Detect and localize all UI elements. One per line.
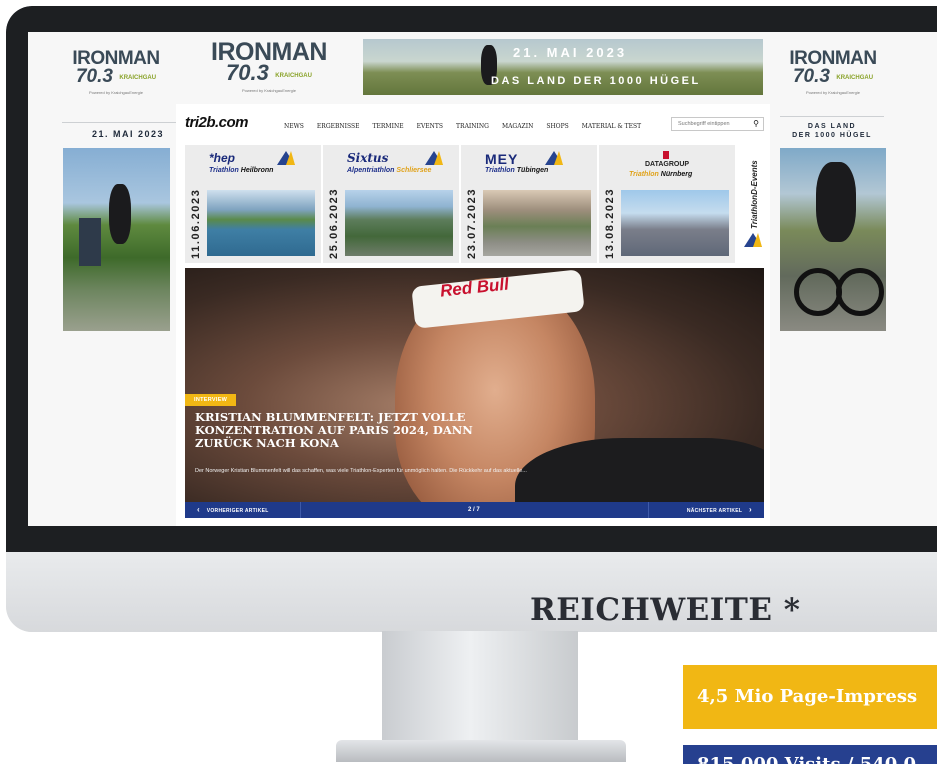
ironman-703: 70.3 <box>792 66 830 87</box>
ironman-logo-left: IRONMAN 70.3 KRAICHGAU Powered by Kraich… <box>68 49 164 95</box>
nav-item-magazin[interactable]: MAGAZIN <box>502 123 533 130</box>
powered-by: Powered by KraichgauEnergie <box>241 88 297 93</box>
ironman-logo-top[interactable]: IRONMAN 70.3 KRAICHGAU Powered by Kraich… <box>204 38 334 94</box>
triangle-logo-icon <box>545 151 563 165</box>
left-ad-runner-photo[interactable] <box>63 148 170 331</box>
event-title: Triathlon Heilbronn <box>209 167 274 174</box>
events-brand-tag[interactable]: TriathlonD-Events <box>742 149 764 259</box>
triangle-logo-icon <box>744 233 762 247</box>
event-date: 13.08.2023 <box>604 187 616 259</box>
event-title: Triathlon Tübingen <box>485 167 549 174</box>
event-title: Triathlon Nürnberg <box>629 171 693 178</box>
next-article-button[interactable]: NÄCHSTER ARTIKEL › <box>648 502 764 518</box>
nav-item-training[interactable]: TRAINING <box>456 123 489 130</box>
event-brand: Sixtus <box>347 151 389 165</box>
website-screenshot: IRONMAN 70.3 KRAICHGAU Powered by Kraich… <box>28 32 937 526</box>
event-banner-strip: 11.06.2023 *hep Triathlon Heilbronn 25.0… <box>185 145 764 263</box>
powered-by: Powered by KraichgauEnergie <box>88 90 144 95</box>
sign-board <box>79 218 101 266</box>
monitor-stand-base <box>336 740 626 762</box>
main-nav: NEWS ERGEBNISSE TERMINE EVENTS TRAINING … <box>284 123 654 130</box>
bike-wheel-back <box>836 268 884 316</box>
nav-item-events[interactable]: EVENTS <box>417 123 443 130</box>
datagroup-icon <box>663 151 669 159</box>
ironman-sub: KRAICHGAU <box>119 74 157 81</box>
left-ad-date: 21. MAI 2023 <box>62 122 194 139</box>
site-logo[interactable]: tri2b.com <box>185 114 249 131</box>
event-card-schliersee[interactable]: 25.06.2023 Sixtus Alpentriathlon Schlier… <box>323 145 459 263</box>
monitor-stand-neck <box>382 631 578 743</box>
reach-title: REICHWEITE * <box>530 592 801 628</box>
nav-item-shops[interactable]: SHOPS <box>546 123 568 130</box>
right-ad-line2: DER 1000 HÜGEL <box>792 132 872 139</box>
ironman-703: 70.3 <box>226 60 269 85</box>
nav-item-termine[interactable]: TERMINE <box>373 123 404 130</box>
event-date: 23.07.2023 <box>466 187 478 259</box>
ironman-sub: KRAICHGAU <box>836 74 874 81</box>
tri2b-site: tri2b.com NEWS ERGEBNISSE TERMINE EVENTS… <box>176 104 770 526</box>
chevron-right-icon: › <box>749 505 752 514</box>
event-title: Alpentriathlon Schliersee <box>347 167 432 174</box>
powered-by: Powered by KraichgauEnergie <box>805 90 861 95</box>
event-date: 25.06.2023 <box>328 187 340 259</box>
search-placeholder: Suchbegriff eintippen <box>678 121 730 127</box>
category-badge[interactable]: INTERVIEW <box>185 394 237 406</box>
triangle-logo-icon <box>277 151 295 165</box>
event-brand: MEY <box>485 151 519 167</box>
article-headline[interactable]: KRISTIAN BLUMMENFELT: JETZT VOLLE KONZEN… <box>195 411 495 450</box>
banner-date: 21. MAI 2023 <box>513 45 628 60</box>
hero-article[interactable]: Red Bull INTERVIEW KRISTIAN BLUMMENFELT:… <box>185 268 764 518</box>
event-photo <box>621 190 729 256</box>
event-date: 11.06.2023 <box>190 188 202 259</box>
right-ad-line1: DAS LAND <box>807 123 857 130</box>
next-article-label: NÄCHSTER ARTIKEL <box>686 508 743 514</box>
event-photo <box>483 190 591 256</box>
ironman-wordmark: IRONMAN <box>211 38 327 66</box>
article-pager: ‹ VORHERIGER ARTIKEL 2 / 7 NÄCHSTER ARTI… <box>185 502 764 518</box>
stat-page-impressions: 4,5 Mio Page-Impress <box>683 665 937 729</box>
right-ad-cyclist-photo[interactable] <box>780 148 886 331</box>
triangle-logo-icon <box>425 151 443 165</box>
event-card-heilbronn[interactable]: 11.06.2023 *hep Triathlon Heilbronn <box>185 145 321 263</box>
nav-item-news[interactable]: NEWS <box>284 123 304 130</box>
event-card-nuernberg[interactable]: 13.08.2023 DATAGROUP Triathlon Nürnberg <box>599 145 735 263</box>
ironman-703: 70.3 <box>75 66 113 87</box>
nav-item-material-test[interactable]: MATERIAL & TEST <box>582 123 641 130</box>
top-banner-ad[interactable]: 21. MAI 2023 DAS LAND DER 1000 HÜGEL <box>363 39 763 95</box>
event-brand: DATAGROUP <box>645 161 690 168</box>
event-brand: *hep <box>209 151 236 165</box>
article-counter: 2 / 7 <box>468 507 480 513</box>
article-teaser: Der Norweger Kristian Blummenfelt will d… <box>195 468 527 474</box>
event-card-tuebingen[interactable]: 23.07.2023 MEY Triathlon Tübingen <box>461 145 597 263</box>
right-ad-text: DAS LAND DER 1000 HÜGEL <box>780 116 884 140</box>
search-icon[interactable]: ⚲ <box>753 119 759 128</box>
ironman-logo-right: IRONMAN 70.3 KRAICHGAU Powered by Kraich… <box>780 49 886 95</box>
runner-figure <box>109 184 131 244</box>
event-photo <box>207 190 315 256</box>
event-photo <box>345 190 453 256</box>
stat-visits: 815.000 Visits / 540.0 <box>683 745 937 764</box>
footnote-asterisk: * <box>783 592 801 628</box>
site-navbar: tri2b.com NEWS ERGEBNISSE TERMINE EVENTS… <box>176 104 770 142</box>
banner-tagline: DAS LAND DER 1000 HÜGEL <box>491 75 701 87</box>
ironman-sub: KRAICHGAU <box>275 72 312 79</box>
search-input[interactable]: Suchbegriff eintippen ⚲ <box>671 117 764 131</box>
bike-wheel-front <box>794 268 842 316</box>
nav-item-ergebnisse[interactable]: ERGEBNISSE <box>317 123 360 130</box>
previous-article-button[interactable]: ‹ VORHERIGER ARTIKEL <box>185 502 301 518</box>
chevron-left-icon: ‹ <box>197 505 200 514</box>
previous-article-label: VORHERIGER ARTIKEL <box>206 508 269 514</box>
cyclist-figure <box>816 162 856 242</box>
